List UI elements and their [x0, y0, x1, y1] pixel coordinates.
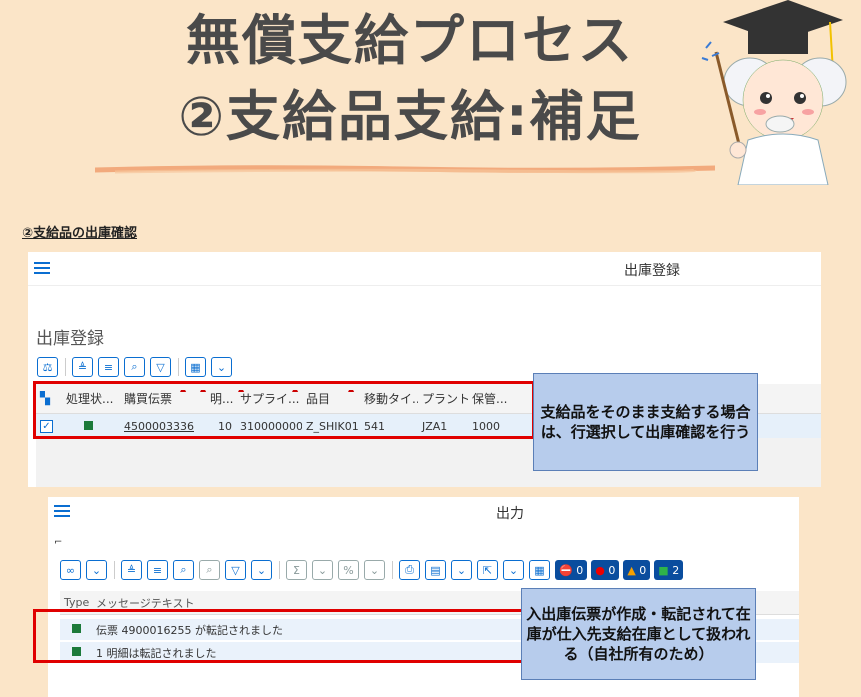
sort-ascending-icon[interactable]: ≜	[72, 357, 93, 377]
export-icon[interactable]: ⇱	[477, 560, 498, 580]
layout-dropdown-chevron-icon[interactable]: ⌄	[211, 357, 232, 377]
details-dropdown-icon[interactable]: ⌄	[86, 560, 107, 580]
slide-title-line1: 無償支給プロセス	[186, 9, 634, 72]
menu-icon[interactable]	[34, 262, 50, 275]
panel1-toolbar: ⚖ ≜ ≡ ⌕ ▽ ▦ ⌄	[37, 356, 237, 378]
corner-mark: ⌐	[54, 537, 63, 548]
column-header-type[interactable]: Type	[60, 596, 92, 609]
warning-counter[interactable]: ▲ 0	[623, 560, 651, 580]
sort-ascending-icon[interactable]: ≜	[121, 560, 142, 580]
panel1-header: 出庫登録	[28, 252, 821, 286]
error-counter[interactable]: ● 0	[591, 560, 620, 580]
highlight-box-selection	[33, 381, 535, 439]
filter-icon[interactable]: ▽	[150, 357, 171, 377]
success-counter[interactable]: ■ 2	[654, 560, 684, 580]
slide-title-line2: ②支給品支給:補足	[178, 85, 642, 148]
section-heading: ②支給品の出庫確認	[22, 226, 138, 241]
panel2-header-title: 出力	[496, 506, 524, 522]
layout-icon[interactable]: ▦	[529, 560, 550, 580]
view-icon[interactable]: ▤	[425, 560, 446, 580]
search-next-icon[interactable]: ⌕	[199, 560, 220, 580]
details-icon[interactable]: ∞	[60, 560, 81, 580]
subtotal-dropdown-icon[interactable]: ⌄	[364, 560, 385, 580]
sort-descending-icon[interactable]: ≡	[98, 357, 119, 377]
callout-messages-note: 入出庫伝票が作成・転記されて在庫が仕入先支給在庫として扱われる（自社所有のため）	[521, 588, 756, 680]
filter-icon[interactable]: ▽	[225, 560, 246, 580]
panel1-header-title: 出庫登録	[624, 263, 680, 279]
sort-descending-icon[interactable]: ≡	[147, 560, 168, 580]
highlight-box-messages	[33, 609, 553, 663]
stop-counter[interactable]: ⛔ 0	[555, 560, 588, 580]
search-icon[interactable]: ⌕	[124, 357, 145, 377]
subtotal-icon[interactable]: %	[338, 560, 359, 580]
sum-icon[interactable]: Σ	[286, 560, 307, 580]
sum-dropdown-icon[interactable]: ⌄	[312, 560, 333, 580]
brush-stroke-divider	[95, 165, 715, 174]
panel1-subtitle: 出庫登録	[36, 329, 104, 349]
callout-selection-note: 支給品をそのまま支給する場合は、行選択して出庫確認を行う	[533, 373, 758, 471]
export-dropdown-icon[interactable]: ⌄	[503, 560, 524, 580]
print-icon[interactable]: ⎙	[399, 560, 420, 580]
professor-illustration	[701, 0, 847, 185]
search-icon[interactable]: ⌕	[173, 560, 194, 580]
view-dropdown-icon[interactable]: ⌄	[451, 560, 472, 580]
filter-dropdown-icon[interactable]: ⌄	[251, 560, 272, 580]
layout-icon[interactable]: ▦	[185, 357, 206, 377]
menu-icon[interactable]	[54, 505, 70, 518]
check-balance-icon[interactable]: ⚖	[37, 357, 58, 377]
panel2-toolbar: ∞ ⌄ ≜ ≡ ⌕ ⌕ ▽ ⌄ Σ ⌄ % ⌄ ⎙ ▤ ⌄ ⇱ ⌄ ▦ ⛔ 0 …	[60, 559, 687, 581]
